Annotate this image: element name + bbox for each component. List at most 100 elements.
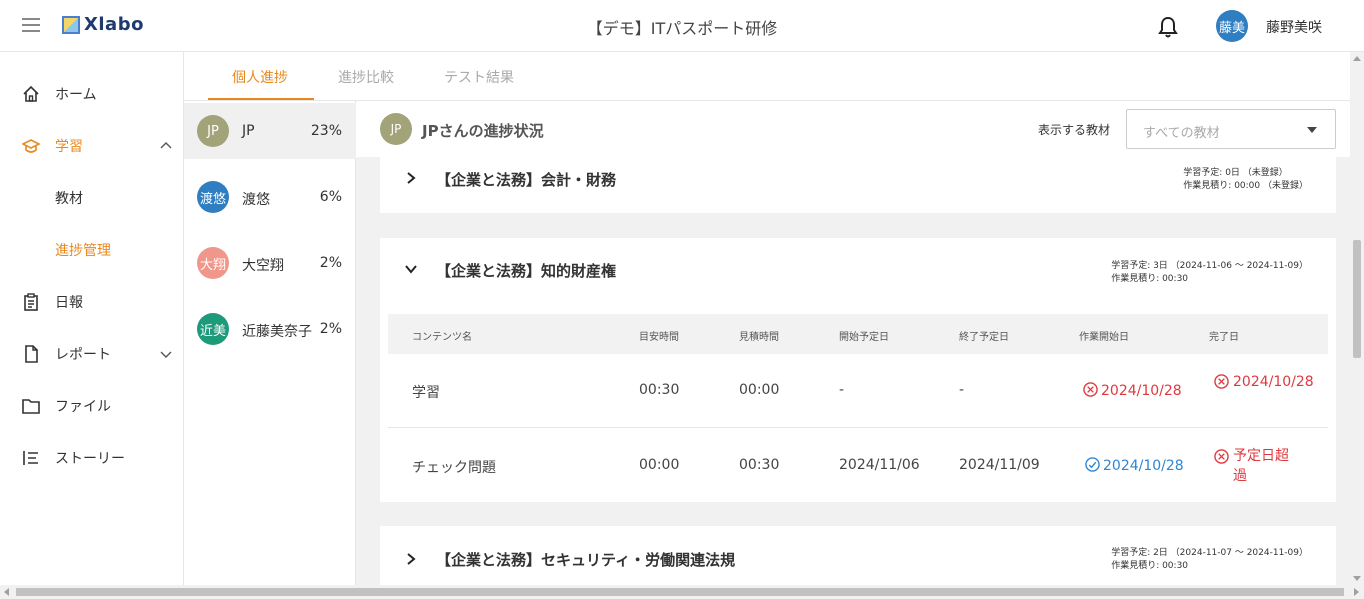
student-name: 大空翔 — [242, 258, 284, 274]
chevron-down-icon[interactable] — [160, 348, 172, 360]
estimate-time: 00:00 — [739, 382, 780, 398]
scroll-right-icon[interactable] — [1354, 588, 1359, 596]
avatar: JP — [380, 113, 412, 145]
tab-bar: 個人進捗 進捗比較 テスト結果 — [184, 52, 1364, 101]
column-header: 見積時間 — [739, 332, 779, 343]
course-title[interactable]: 【企業と法務】セキュリティ・労働関連法規 — [436, 549, 735, 570]
horizontal-scrollbar[interactable] — [0, 585, 1364, 599]
sidebar-item-study[interactable]: 学習 — [0, 131, 184, 161]
user-name[interactable]: 藤野美咲 — [1266, 17, 1322, 37]
start-plan-date: - — [839, 382, 845, 398]
sidebar-item-progress[interactable]: 進捗管理 — [0, 235, 184, 265]
student-name: 渡悠 — [242, 192, 270, 208]
course-meta: 学習予定: 3日 （2024-11-06 〜 2024-11-09） 作業見積り… — [1111, 260, 1308, 286]
progress-title: JPさんの進捗状況 — [422, 122, 544, 140]
chevron-right-icon[interactable] — [404, 171, 418, 185]
scroll-down-icon[interactable] — [1353, 576, 1361, 581]
course-card: 【企業と法務】会計・財務 学習予定: 0日 （未登録） 作業見積り: 00:00… — [380, 149, 1336, 213]
scrollbar-thumb[interactable] — [16, 588, 1344, 596]
sidebar-item-daily-report[interactable]: 日報 — [0, 287, 184, 317]
start-plan-date: 2024/11/06 — [839, 457, 920, 473]
list-item[interactable]: 渡悠 渡悠 6% — [184, 169, 356, 225]
vertical-scrollbar[interactable] — [1350, 52, 1364, 585]
student-list: JP JP 23% 渡悠 渡悠 6% 大翔 大空翔 2% 近美 近藤美奈子 2% — [184, 101, 356, 585]
sidebar-item-label: 進捗管理 — [55, 243, 111, 259]
work-start-date-text: 2024/10/28 — [1103, 458, 1184, 474]
end-plan-date: 2024/11/09 — [959, 457, 1040, 473]
graduation-cap-icon — [22, 139, 40, 153]
chevron-up-icon[interactable] — [160, 140, 172, 152]
folder-icon — [22, 399, 40, 414]
active-tab-indicator — [208, 98, 314, 100]
sidebar-item-home[interactable]: ホーム — [0, 79, 184, 109]
tab-test-results[interactable]: テスト結果 — [444, 67, 514, 87]
list-item[interactable]: JP JP 23% — [184, 103, 356, 159]
schedule-text: 学習予定: 0日 （未登録） — [1183, 168, 1288, 178]
home-icon — [23, 85, 39, 102]
tab-individual-progress[interactable]: 個人進捗 — [232, 67, 288, 87]
student-percent: 6% — [319, 189, 342, 205]
tab-progress-compare[interactable]: 進捗比較 — [338, 67, 394, 87]
progress-header: JP JPさんの進捗状況 表示する教材 すべての教材 — [356, 101, 1356, 157]
sidebar: ホーム 学習 教材 進捗管理 日報 レポート ファイル ストーリー — [0, 52, 184, 585]
avatar: 渡悠 — [197, 181, 229, 213]
target-time: 00:30 — [639, 382, 680, 398]
student-name: JP — [242, 123, 255, 139]
course-title[interactable]: 【企業と法務】知的財産権 — [436, 260, 616, 281]
sidebar-item-label: レポート — [55, 347, 111, 363]
error-circle-icon — [1214, 449, 1229, 464]
student-percent: 2% — [319, 255, 342, 271]
chevron-right-icon[interactable] — [404, 552, 418, 566]
bell-icon[interactable] — [1158, 16, 1178, 38]
column-header: 完了日 — [1209, 332, 1239, 343]
estimate-text: 作業見積り: 00:30 — [1111, 274, 1189, 284]
schedule-text: 学習予定: 2日 （2024-11-07 〜 2024-11-09） — [1111, 548, 1308, 558]
content-name[interactable]: チェック問題 — [412, 457, 496, 477]
material-filter-select[interactable]: すべての教材 — [1126, 109, 1336, 149]
scroll-up-icon[interactable] — [1353, 56, 1361, 61]
clipboard-icon — [24, 293, 38, 311]
sidebar-item-materials[interactable]: 教材 — [0, 183, 184, 213]
column-header: 開始予定日 — [839, 332, 889, 343]
sidebar-item-label: 日報 — [55, 295, 83, 311]
check-circle-icon — [1085, 457, 1100, 472]
error-circle-icon — [1083, 382, 1098, 397]
sidebar-item-report[interactable]: レポート — [0, 339, 184, 369]
sidebar-item-label: 学習 — [55, 139, 83, 155]
estimate-text: 作業見積り: 00:30 — [1111, 561, 1189, 571]
column-header: 目安時間 — [639, 332, 679, 343]
chevron-down-icon[interactable] — [404, 262, 418, 276]
completion-date: 2024/10/28 — [1233, 374, 1314, 390]
user-avatar[interactable]: 藤美 — [1216, 10, 1248, 42]
avatar: 近美 — [197, 313, 229, 345]
document-icon — [25, 345, 38, 363]
scrollbar-thumb[interactable] — [1353, 240, 1361, 358]
sidebar-item-files[interactable]: ファイル — [0, 391, 184, 421]
completion-status: 予定日超過 — [1233, 448, 1289, 484]
list-item[interactable]: 近美 近藤美奈子 2% — [184, 301, 356, 357]
error-circle-icon — [1214, 374, 1229, 389]
column-header: 作業開始日 — [1079, 332, 1129, 343]
course-card: 【企業と法務】知的財産権 学習予定: 3日 （2024-11-06 〜 2024… — [380, 238, 1336, 502]
select-value: すべての教材 — [1143, 126, 1220, 141]
column-header: コンテンツ名 — [412, 332, 472, 343]
scroll-left-icon[interactable] — [4, 588, 9, 596]
content-name[interactable]: 学習 — [412, 382, 440, 402]
list-icon — [23, 451, 38, 465]
schedule-text: 学習予定: 3日 （2024-11-06 〜 2024-11-09） — [1111, 261, 1308, 271]
caret-down-icon — [1307, 127, 1317, 133]
work-start-date-text: 2024/10/28 — [1101, 383, 1182, 399]
list-item[interactable]: 大翔 大空翔 2% — [184, 235, 356, 291]
student-percent: 2% — [319, 321, 342, 337]
sidebar-item-label: ストーリー — [55, 451, 125, 467]
estimate-text: 作業見積り: 00:00 （未登録） — [1183, 181, 1308, 191]
sidebar-item-label: 教材 — [55, 191, 83, 207]
progress-panel: 【企業と法務】会計・財務 学習予定: 0日 （未登録） 作業見積り: 00:00… — [356, 101, 1356, 585]
target-time: 00:00 — [639, 457, 680, 473]
table-row: チェック問題 00:00 00:30 2024/11/06 2024/11/09… — [388, 428, 1328, 502]
sidebar-item-label: ファイル — [55, 399, 111, 415]
student-name: 近藤美奈子 — [242, 324, 312, 340]
avatar: 大翔 — [197, 247, 229, 279]
sidebar-item-story[interactable]: ストーリー — [0, 443, 184, 473]
course-title[interactable]: 【企業と法務】会計・財務 — [436, 169, 616, 190]
